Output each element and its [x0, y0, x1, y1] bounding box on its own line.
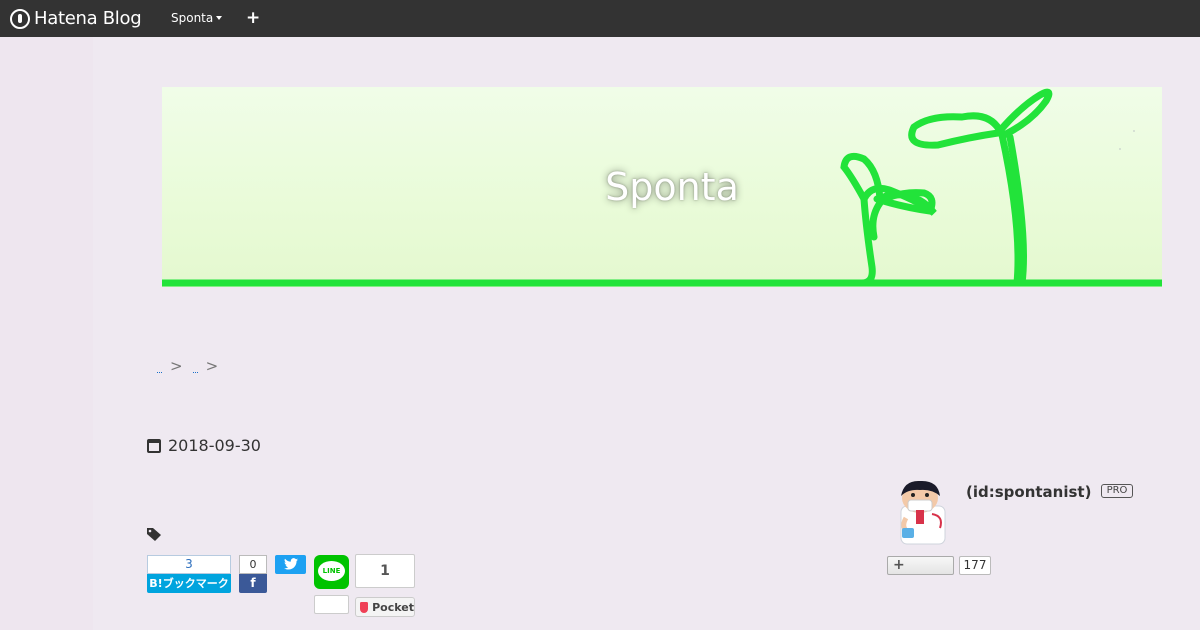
hatena-blog-logo[interactable]: Hatena Blog: [10, 7, 142, 30]
line-icon: LINE: [318, 561, 345, 581]
facebook-icon[interactable]: f: [239, 574, 267, 593]
entry-date[interactable]: 2018-09-30: [147, 436, 261, 455]
hatena-bookmark-button[interactable]: 3 B!ブックマーク: [147, 555, 231, 594]
pocket-icon: [360, 601, 369, 613]
tag-icon: [147, 528, 161, 541]
breadcrumb: > >: [157, 357, 228, 375]
twitter-bird-icon: [283, 558, 298, 570]
author-id[interactable]: (id:spontanist): [966, 483, 1091, 501]
pocket-label: Pocket: [372, 600, 414, 614]
blog-menu-label: Sponta: [171, 11, 214, 25]
follower-count[interactable]: 177: [959, 556, 991, 575]
top-navbar: Hatena Blog Sponta +: [0, 0, 1200, 37]
hatena-bookmark-label[interactable]: B!ブックマーク: [147, 574, 231, 593]
blog-title[interactable]: Sponta: [162, 165, 1162, 209]
blog-header-image[interactable]: Sponta: [162, 87, 1162, 287]
pro-badge: PRO: [1101, 484, 1133, 498]
follow-button[interactable]: +: [887, 556, 954, 575]
hatena-bookmark-count[interactable]: 3: [147, 555, 231, 574]
blog-menu-dropdown[interactable]: Sponta: [171, 11, 223, 25]
facebook-share-button[interactable]: 0 f: [239, 555, 267, 594]
line-share-button[interactable]: LINE: [314, 555, 349, 589]
twitter-share-button[interactable]: [275, 555, 306, 574]
facebook-share-count: 0: [239, 555, 267, 574]
add-entry-button[interactable]: +: [246, 8, 260, 28]
breadcrumb-link-home[interactable]: [157, 359, 162, 373]
hatena-logo-icon: [10, 8, 30, 29]
logo-text: Hatena Blog: [34, 8, 142, 29]
breadcrumb-link-archive[interactable]: [192, 359, 198, 373]
entry-date-text: 2018-09-30: [168, 436, 261, 455]
author-avatar[interactable]: [896, 480, 950, 546]
pocket-save-button[interactable]: Pocket: [355, 597, 415, 617]
breadcrumb-separator: >: [205, 357, 219, 375]
left-margin: [0, 37, 93, 630]
calendar-icon: [147, 438, 161, 453]
pocket-count: 1: [355, 554, 415, 588]
line-share-count: [314, 595, 349, 614]
breadcrumb-separator: >: [170, 357, 183, 375]
caret-down-icon: [216, 16, 223, 20]
